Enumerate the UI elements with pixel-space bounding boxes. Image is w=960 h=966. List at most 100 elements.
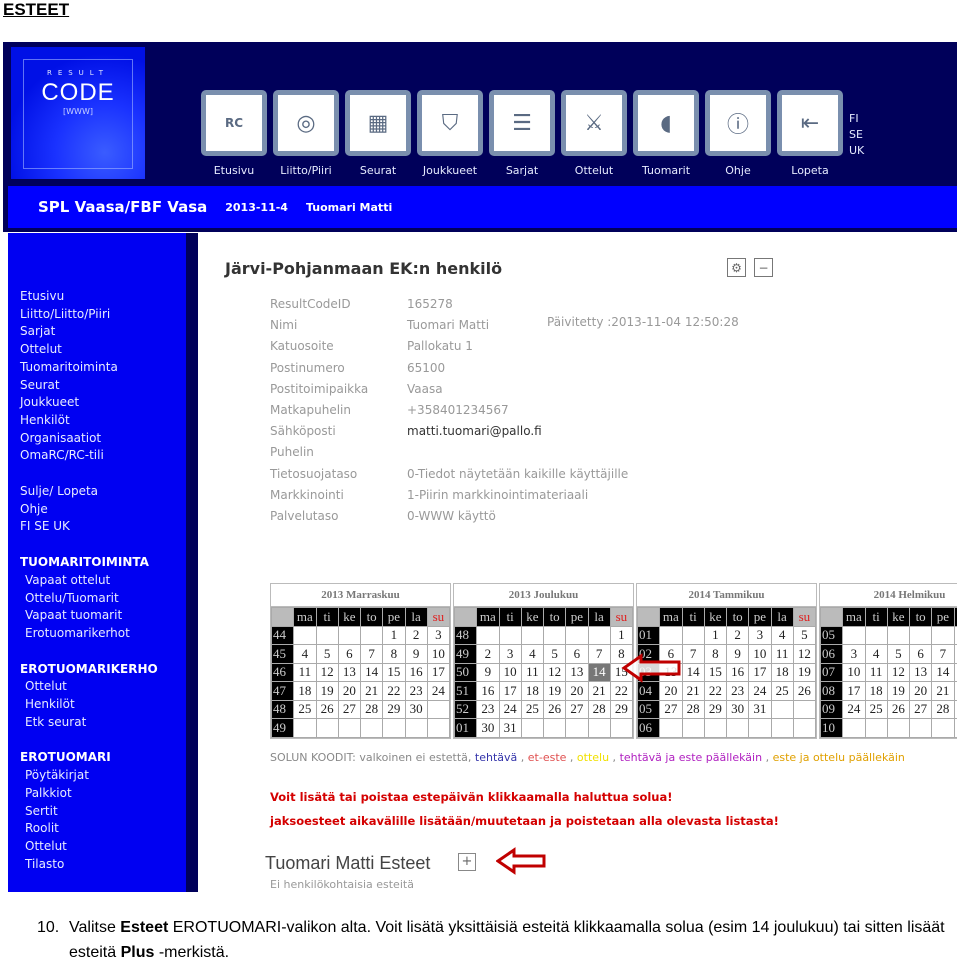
day-cell[interactable]: 29 xyxy=(703,699,728,719)
day-cell[interactable]: 19 xyxy=(886,681,911,701)
day-cell[interactable]: 7 xyxy=(359,644,384,664)
day-cell[interactable]: 1 xyxy=(609,625,634,645)
day-cell[interactable]: 19 xyxy=(315,681,339,701)
day-cell[interactable]: 4 xyxy=(864,644,888,664)
sidebar-item[interactable]: Ottelut xyxy=(20,678,158,696)
day-cell[interactable] xyxy=(565,718,589,738)
day-cell[interactable]: 9 xyxy=(404,644,428,664)
day-cell[interactable]: 10 xyxy=(842,662,866,682)
day-cell[interactable]: 20 xyxy=(659,681,683,701)
day-cell[interactable]: 14 xyxy=(681,662,705,682)
day-cell[interactable]: 14 xyxy=(359,662,384,682)
day-cell[interactable]: 29 xyxy=(382,699,406,719)
day-cell[interactable]: 2 xyxy=(404,625,428,645)
day-cell[interactable] xyxy=(542,625,567,645)
day-cell[interactable]: 20 xyxy=(565,681,589,701)
day-cell[interactable]: 24 xyxy=(748,681,772,701)
day-cell[interactable]: 21 xyxy=(359,681,384,701)
day-cell[interactable]: 1 xyxy=(703,625,728,645)
topnav-item-liittopiiri[interactable]: ◎ Liitto/Piiri xyxy=(273,90,339,177)
day-cell[interactable]: 5 xyxy=(315,644,339,664)
sidebar-item[interactable]: Ohje xyxy=(20,501,158,519)
day-cell[interactable]: 9 xyxy=(725,644,750,664)
day-cell[interactable]: 23 xyxy=(404,681,428,701)
sidebar-item[interactable]: Erotuomarikerhot xyxy=(20,625,158,643)
sidebar-item[interactable]: Roolit xyxy=(20,820,158,838)
sidebar-item[interactable]: Sarjat xyxy=(20,323,158,341)
day-cell[interactable] xyxy=(382,718,406,738)
day-cell[interactable]: 20 xyxy=(908,681,933,701)
day-cell[interactable]: 26 xyxy=(886,699,911,719)
day-cell[interactable] xyxy=(908,625,933,645)
day-cell[interactable] xyxy=(953,699,957,719)
day-cell[interactable]: 25 xyxy=(864,699,888,719)
day-cell[interactable]: 8 xyxy=(953,644,957,664)
day-cell[interactable] xyxy=(609,718,634,738)
day-cell[interactable]: 13 xyxy=(565,662,589,682)
day-cell[interactable]: 25 xyxy=(770,681,794,701)
day-cell[interactable]: 18 xyxy=(864,681,888,701)
day-cell[interactable]: 27 xyxy=(659,699,683,719)
day-cell[interactable]: 4 xyxy=(770,625,794,645)
day-cell[interactable]: 11 xyxy=(293,662,317,682)
day-cell[interactable] xyxy=(426,699,451,719)
day-cell[interactable]: 10 xyxy=(748,644,772,664)
day-cell[interactable] xyxy=(565,625,589,645)
day-cell[interactable]: 26 xyxy=(792,681,817,701)
day-cell[interactable]: 30 xyxy=(725,699,750,719)
day-cell[interactable]: 16 xyxy=(404,662,428,682)
day-cell[interactable]: 23 xyxy=(725,681,750,701)
day-cell[interactable]: 24 xyxy=(842,699,866,719)
day-cell[interactable]: 3 xyxy=(498,644,522,664)
day-cell[interactable]: 3 xyxy=(426,625,451,645)
lang-se[interactable]: SE xyxy=(849,127,864,143)
topnav-item-sarjat[interactable]: ☰ Sarjat xyxy=(489,90,555,177)
day-cell[interactable]: 12 xyxy=(792,644,817,664)
topnav-item-joukkueet[interactable]: ⛉ Joukkueet xyxy=(417,90,483,177)
day-cell[interactable]: 10 xyxy=(498,662,522,682)
day-cell[interactable]: 18 xyxy=(293,681,317,701)
day-cell[interactable] xyxy=(792,699,817,719)
sidebar-item[interactable]: Palkkiot xyxy=(20,785,158,803)
sidebar-languages[interactable]: FI SE UK xyxy=(20,518,158,536)
topnav-item-ohje[interactable]: ⓘ Ohje xyxy=(705,90,771,177)
day-cell[interactable]: 27 xyxy=(337,699,362,719)
day-cell[interactable]: 1 xyxy=(382,625,406,645)
day-cell[interactable]: 17 xyxy=(498,681,522,701)
day-cell[interactable]: 6 xyxy=(565,644,589,664)
lang-uk[interactable]: UK xyxy=(849,143,864,159)
day-cell[interactable]: 29 xyxy=(609,699,634,719)
day-cell[interactable]: 22 xyxy=(609,681,634,701)
day-cell[interactable] xyxy=(681,718,705,738)
day-cell[interactable]: 22 xyxy=(703,681,728,701)
day-cell[interactable]: 15 xyxy=(953,662,957,682)
day-cell[interactable]: 24 xyxy=(498,699,522,719)
day-cell[interactable] xyxy=(681,625,705,645)
day-cell[interactable] xyxy=(404,718,428,738)
sidebar-item[interactable]: Pöytäkirjat xyxy=(20,767,158,785)
day-cell[interactable]: 18 xyxy=(770,662,794,682)
day-cell[interactable]: 21 xyxy=(931,681,955,701)
day-cell[interactable] xyxy=(587,718,611,738)
day-cell[interactable] xyxy=(908,718,933,738)
day-cell[interactable]: 5 xyxy=(886,644,911,664)
day-cell[interactable] xyxy=(886,718,911,738)
day-cell[interactable] xyxy=(315,625,339,645)
day-cell[interactable]: 30 xyxy=(476,718,500,738)
day-cell[interactable]: 28 xyxy=(681,699,705,719)
day-cell[interactable] xyxy=(931,625,955,645)
day-cell[interactable] xyxy=(426,718,451,738)
day-cell[interactable]: 28 xyxy=(931,699,955,719)
day-cell[interactable]: 16 xyxy=(725,662,750,682)
day-cell[interactable] xyxy=(293,718,317,738)
day-cell[interactable] xyxy=(359,625,384,645)
day-cell[interactable]: 31 xyxy=(748,699,772,719)
day-cell[interactable]: 21 xyxy=(681,681,705,701)
day-cell[interactable] xyxy=(725,718,750,738)
sidebar-item[interactable]: Ottelut xyxy=(20,341,158,359)
day-cell[interactable] xyxy=(748,718,772,738)
day-cell[interactable]: 27 xyxy=(565,699,589,719)
day-cell[interactable]: 25 xyxy=(520,699,545,719)
day-cell[interactable]: 7 xyxy=(587,644,611,664)
topnav-item-etusivu[interactable]: RC Etusivu xyxy=(201,90,267,177)
